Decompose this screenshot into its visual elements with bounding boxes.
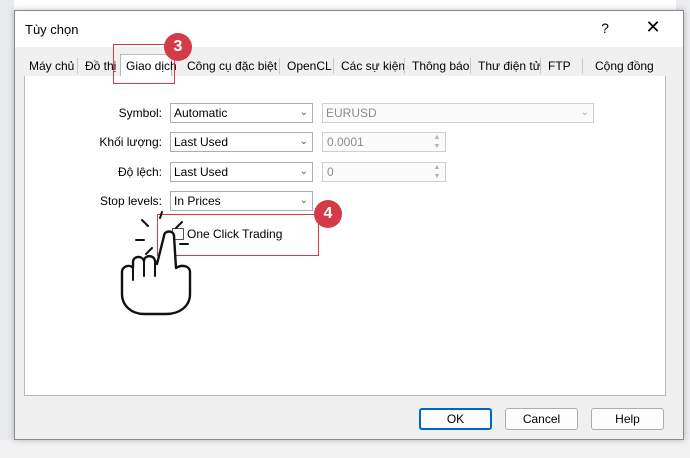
ok-button[interactable]: OK — [419, 408, 492, 430]
volume-label: Khối lượng: — [99, 135, 162, 149]
volume-select-value: Last Used — [174, 135, 229, 149]
deviation-amount-value: 0 — [327, 165, 334, 179]
volume-select[interactable]: Last Used ⌄ — [170, 132, 313, 152]
dialog-title: Tùy chọn — [25, 22, 79, 37]
chevron-down-icon: ⌄ — [299, 195, 308, 206]
tab-notifications[interactable]: Thông báo — [407, 56, 474, 76]
stop-levels-label: Stop levels: — [99, 194, 162, 208]
tab-ftp[interactable]: FTP — [543, 56, 576, 76]
dialog-titlebar: Tùy chọn ? ✕ — [15, 11, 683, 47]
tab-separator — [582, 58, 583, 74]
pointing-hand-icon — [120, 211, 192, 316]
stop-levels-select-value: In Prices — [174, 194, 221, 208]
volume-amount-field: 0.0001 ▲ ▼ — [322, 132, 446, 152]
tab-separator — [279, 58, 280, 74]
deviation-select[interactable]: Last Used ⌄ — [170, 162, 313, 182]
click-burst-ray — [141, 219, 149, 227]
spin-up-icon: ▲ — [433, 134, 441, 141]
background-edge-left — [0, 0, 14, 458]
tab-community[interactable]: Cộng đồng — [590, 56, 659, 76]
spin-down-icon: ▼ — [433, 173, 441, 180]
symbol-label: Symbol: — [118, 106, 162, 120]
step-badge-4: 4 — [314, 200, 342, 228]
tab-separator — [333, 58, 334, 74]
symbol-select-value: Automatic — [174, 106, 228, 120]
stop-levels-select[interactable]: In Prices ⌄ — [170, 191, 313, 211]
click-burst-ray — [159, 211, 163, 219]
help-button[interactable]: Help — [591, 408, 664, 430]
deviation-label: Độ lệch: — [117, 165, 162, 179]
tab-separator — [77, 58, 78, 74]
tab-expert-advisors[interactable]: Công cụ đặc biệt — [182, 56, 282, 76]
deviation-amount-field: 0 ▲ ▼ — [322, 162, 446, 182]
tab-email[interactable]: Thư điện tử — [473, 56, 546, 76]
help-icon[interactable]: ? — [597, 20, 613, 36]
tab-server[interactable]: Máy chủ — [24, 56, 79, 76]
chevron-down-icon: ⌄ — [299, 166, 308, 177]
tab-separator — [404, 58, 405, 74]
symbol-name-select: EURUSD ⌄ — [322, 103, 594, 123]
tab-separator — [470, 58, 471, 74]
close-icon[interactable]: ✕ — [643, 17, 663, 38]
cancel-button[interactable]: Cancel — [505, 408, 578, 430]
spin-down-icon: ▼ — [433, 143, 441, 150]
click-burst-ray — [175, 221, 183, 229]
tab-opencl[interactable]: OpenCL — [282, 56, 337, 76]
step-badge-3: 3 — [164, 33, 192, 61]
chevron-down-icon: ⌄ — [580, 107, 589, 118]
spin-up-icon: ▲ — [433, 164, 441, 171]
chevron-down-icon: ⌄ — [299, 107, 308, 118]
click-burst-ray — [145, 247, 153, 255]
tab-separator — [540, 58, 541, 74]
tab-events[interactable]: Các sự kiện — [336, 56, 410, 76]
chevron-down-icon: ⌄ — [299, 136, 308, 147]
symbol-select[interactable]: Automatic ⌄ — [170, 103, 313, 123]
deviation-select-value: Last Used — [174, 165, 229, 179]
volume-amount-value: 0.0001 — [327, 135, 364, 149]
symbol-name-value: EURUSD — [326, 106, 377, 120]
background-bottom — [0, 440, 690, 458]
